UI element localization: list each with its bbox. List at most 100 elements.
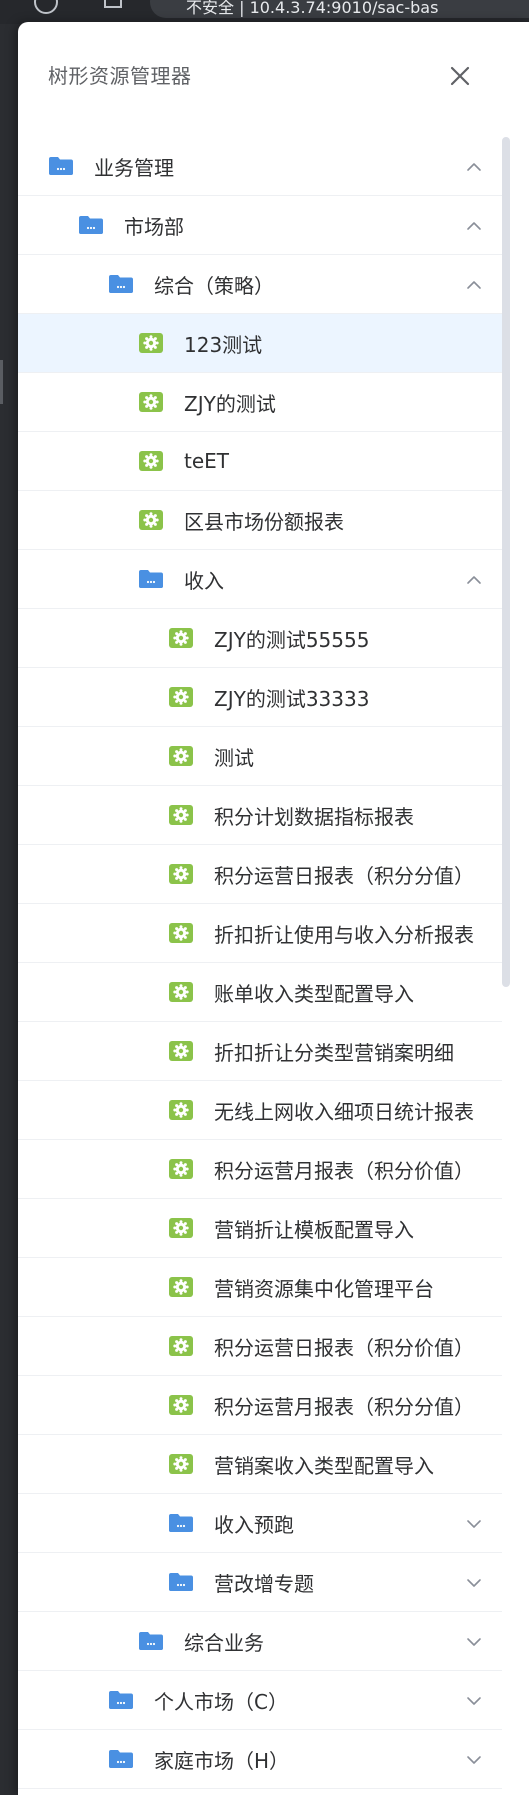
chevron-down-icon[interactable] bbox=[464, 1632, 484, 1652]
report-gear-icon bbox=[168, 805, 194, 825]
report-gear-icon bbox=[168, 864, 194, 884]
tree-report-node[interactable]: 积分运营日报表（积分价值） bbox=[18, 1317, 502, 1376]
tree-folder-node[interactable]: 市场部 bbox=[18, 196, 502, 255]
tree-report-node[interactable]: ZJY的测试 bbox=[18, 373, 502, 432]
folder-icon bbox=[168, 1572, 194, 1592]
tree-report-node[interactable]: 积分计划数据指标报表 bbox=[18, 786, 502, 845]
drawer-header: 树形资源管理器 bbox=[18, 22, 529, 122]
tree-node-label: 收入预跑 bbox=[214, 1512, 294, 1537]
chevron-up-icon[interactable] bbox=[464, 216, 484, 236]
backdrop-handle bbox=[0, 360, 3, 404]
tree-report-node[interactable]: ZJY的测试55555 bbox=[18, 609, 502, 668]
tree-report-node[interactable]: teET bbox=[18, 432, 502, 491]
tree-node-label: 折扣折让分类型营销案明细 bbox=[214, 1040, 454, 1065]
tree-report-node[interactable]: 折扣折让使用与收入分析报表 bbox=[18, 904, 502, 963]
report-gear-icon bbox=[168, 1218, 194, 1238]
report-gear-icon bbox=[168, 1336, 194, 1356]
tree-node-label: 积分计划数据指标报表 bbox=[214, 804, 414, 829]
folder-icon bbox=[168, 1513, 194, 1533]
tree-node-label: ZJY的测试55555 bbox=[214, 627, 370, 652]
tree-node-label: 无线上网收入细项日统计报表 bbox=[214, 1099, 474, 1124]
report-gear-icon bbox=[168, 1041, 194, 1061]
tree-report-node[interactable]: 折扣折让分类型营销案明细 bbox=[18, 1022, 502, 1081]
tree-node-label: 营改增专题 bbox=[214, 1571, 314, 1596]
tree-report-node[interactable]: 无线上网收入细项日统计报表 bbox=[18, 1081, 502, 1140]
tree-report-node[interactable]: 123测试 bbox=[18, 314, 502, 373]
chevron-up-icon[interactable] bbox=[464, 157, 484, 177]
tree-report-node[interactable]: 积分运营日报表（积分分值） bbox=[18, 845, 502, 904]
folder-icon bbox=[138, 1631, 164, 1651]
report-gear-icon bbox=[168, 687, 194, 707]
tree-folder-node[interactable]: 综合业务 bbox=[18, 1612, 502, 1671]
tree-report-node[interactable]: 积分运营月报表（积分价值） bbox=[18, 1140, 502, 1199]
tree-folder-node[interactable]: 营改增专题 bbox=[18, 1553, 502, 1612]
tree-node-label: 123测试 bbox=[184, 332, 263, 357]
tree-report-node[interactable]: 积分运营月报表（积分分值） bbox=[18, 1376, 502, 1435]
tree-report-node[interactable]: ZJY的测试33333 bbox=[18, 668, 502, 727]
tree-report-node[interactable]: 营销资源集中化管理平台 bbox=[18, 1258, 502, 1317]
tree-node-label: 区县市场份额报表 bbox=[184, 509, 344, 534]
reload-icon[interactable] bbox=[34, 0, 58, 14]
folder-icon bbox=[138, 569, 164, 589]
report-gear-icon bbox=[168, 628, 194, 648]
tree-node-label: 家庭市场（H） bbox=[154, 1748, 290, 1773]
report-gear-icon bbox=[168, 1277, 194, 1297]
browser-chrome: 不安全 | 10.4.3.74:9010/sac-bas bbox=[0, 0, 529, 24]
tree-folder-node[interactable]: 收入 bbox=[18, 550, 502, 609]
tree-node-label: ZJY的测试33333 bbox=[214, 686, 370, 711]
tree-folder-node[interactable]: 综合（策略） bbox=[18, 255, 502, 314]
tree-node-label: ZJY的测试 bbox=[184, 391, 276, 416]
tree-node-label: 营销案收入类型配置导入 bbox=[214, 1453, 434, 1478]
tree-node-label: 账单收入类型配置导入 bbox=[214, 981, 414, 1006]
report-gear-icon bbox=[138, 333, 164, 353]
report-gear-icon bbox=[168, 1100, 194, 1120]
tree-report-node[interactable]: 营销案收入类型配置导入 bbox=[18, 1435, 502, 1494]
tree-folder-node[interactable]: 收入预跑 bbox=[18, 1494, 502, 1553]
tree-node-label: 综合（策略） bbox=[154, 273, 274, 298]
close-icon[interactable] bbox=[442, 58, 478, 94]
folder-icon bbox=[108, 274, 134, 294]
chevron-up-icon[interactable] bbox=[464, 275, 484, 295]
tree-scrollbar[interactable] bbox=[502, 137, 510, 987]
report-gear-icon bbox=[138, 451, 164, 471]
tree-report-node[interactable]: 营销折让模板配置导入 bbox=[18, 1199, 502, 1258]
tree-folder-node[interactable]: 家庭市场（H） bbox=[18, 1730, 502, 1789]
tree-node-label: 收入 bbox=[184, 568, 224, 593]
tree-node-label: 折扣折让使用与收入分析报表 bbox=[214, 922, 474, 947]
report-gear-icon bbox=[168, 746, 194, 766]
report-gear-icon bbox=[168, 1395, 194, 1415]
tree-report-node[interactable]: 账单收入类型配置导入 bbox=[18, 963, 502, 1022]
folder-icon bbox=[48, 156, 74, 176]
folder-icon bbox=[78, 215, 104, 235]
tree-folder-node[interactable]: 业务管理 bbox=[18, 137, 502, 196]
tree-node-label: 市场部 bbox=[124, 214, 184, 239]
folder-icon bbox=[108, 1749, 134, 1769]
tree-node-label: 综合业务 bbox=[184, 1630, 264, 1655]
tree-report-node[interactable]: 测试 bbox=[18, 727, 502, 786]
tree-node-label: 积分运营日报表（积分分值） bbox=[214, 863, 474, 888]
report-gear-icon bbox=[138, 392, 164, 412]
drawer-title: 树形资源管理器 bbox=[48, 64, 192, 88]
chevron-down-icon[interactable] bbox=[464, 1514, 484, 1534]
address-text: 不安全 | 10.4.3.74:9010/sac-bas bbox=[186, 0, 439, 17]
tree-folder-node[interactable]: 个人市场（C） bbox=[18, 1671, 502, 1730]
extension-icon[interactable] bbox=[104, 0, 122, 8]
chevron-up-icon[interactable] bbox=[464, 570, 484, 590]
tree-node-label: 营销折让模板配置导入 bbox=[214, 1217, 414, 1242]
tree-node-label: 个人市场（C） bbox=[154, 1689, 288, 1714]
report-gear-icon bbox=[168, 982, 194, 1002]
tree-node-label: 积分运营日报表（积分价值） bbox=[214, 1335, 474, 1360]
resource-tree: 业务管理市场部综合（策略） 123测试 ZJY的测试 teET 区县市场份额报表 收入 ZJ… bbox=[18, 137, 502, 1789]
chevron-down-icon[interactable] bbox=[464, 1691, 484, 1711]
tree-node-label: 测试 bbox=[214, 745, 254, 770]
report-gear-icon bbox=[168, 1159, 194, 1179]
tree-node-label: 业务管理 bbox=[94, 155, 174, 180]
report-gear-icon bbox=[168, 1454, 194, 1474]
report-gear-icon bbox=[138, 510, 164, 530]
tree-node-label: 积分运营月报表（积分分值） bbox=[214, 1394, 474, 1419]
tree-node-label: 积分运营月报表（积分价值） bbox=[214, 1158, 474, 1183]
chevron-down-icon[interactable] bbox=[464, 1750, 484, 1770]
tree-node-label: 营销资源集中化管理平台 bbox=[214, 1276, 434, 1301]
chevron-down-icon[interactable] bbox=[464, 1573, 484, 1593]
tree-report-node[interactable]: 区县市场份额报表 bbox=[18, 491, 502, 550]
